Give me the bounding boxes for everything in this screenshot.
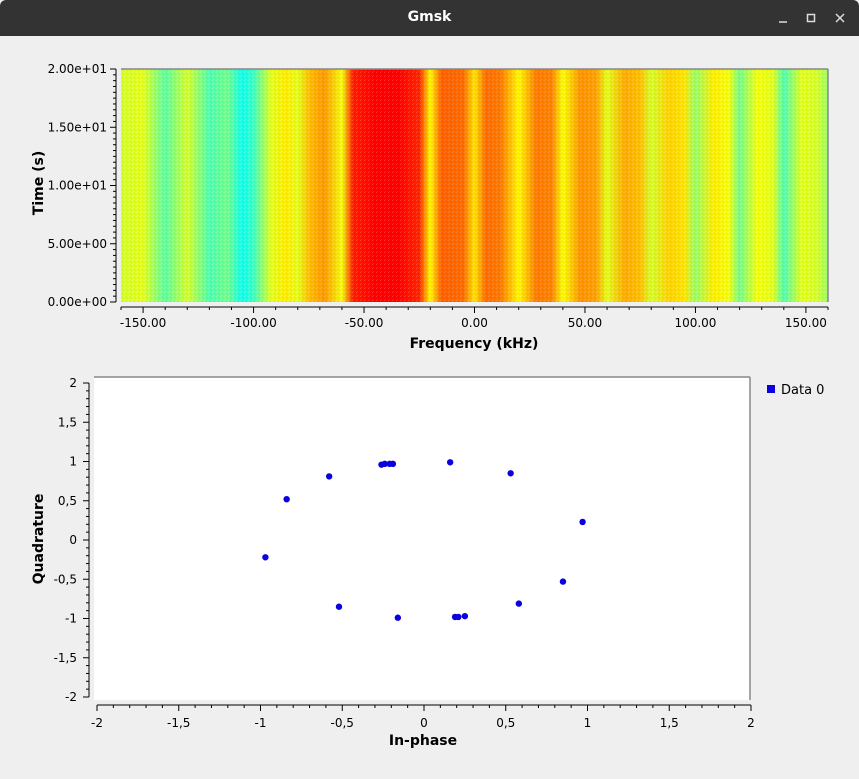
minimize-button[interactable] (773, 8, 793, 28)
close-button[interactable] (830, 8, 850, 28)
data-point (394, 614, 402, 621)
constellation-x-tick-label: 2 (747, 716, 755, 730)
constellation-x-tick-label: 1 (584, 716, 592, 730)
data-point (325, 473, 333, 480)
data-point (559, 578, 567, 585)
maximize-icon (806, 13, 816, 23)
waterfall-x-label: Frequency (kHz) (410, 336, 539, 352)
legend[interactable]: Data 0 (767, 383, 824, 398)
constellation-y-tick-label: 1 (69, 455, 77, 469)
window-title: Gmsk (407, 9, 452, 25)
data-point (283, 495, 290, 503)
data-point (446, 459, 454, 466)
waterfall-x-tick-label: -50.00 (345, 316, 384, 330)
data-point (335, 603, 343, 610)
constellation-y-label: Quadrature (31, 494, 47, 585)
constellation-y-tick-label: -1,5 (54, 651, 77, 665)
close-icon (835, 13, 845, 23)
waterfall-x-tick-label: -150.00 (120, 316, 166, 330)
maximize-button[interactable] (801, 8, 821, 28)
waterfall-x-tick-label: 100.00 (674, 316, 716, 330)
waterfall-y-tick-label: 1.50e+01 (48, 120, 107, 134)
constellation-x-tick-label: -1 (255, 716, 267, 730)
waterfall-x-tick-label: -100.00 (230, 316, 276, 330)
constellation-x-label: In-phase (389, 733, 457, 749)
constellation-x-tick-label: -2 (91, 716, 103, 730)
constellation-y-tick-label: -1 (65, 612, 77, 626)
waterfall-y-tick-label: 5.00e+00 (48, 237, 107, 251)
constellation-y-tick-label: 2 (69, 376, 77, 390)
constellation-y-tick-label: 0 (69, 533, 77, 547)
constellation-y-tick-label: 1,5 (58, 415, 77, 429)
constellation-y-tick-label: -2 (65, 690, 77, 704)
waterfall-x-axis: -150.00 -100.00 -50.00 0.00 50.00 100.00 150.0… (120, 306, 829, 330)
constellation-x-tick-label: 0,5 (496, 716, 515, 730)
legend-label: Data 0 (781, 383, 824, 398)
data-point (461, 612, 469, 620)
constellation-x-axis: -2 -1,5 -1 -0,5 0 0,5 1 1,5 2 (91, 704, 755, 730)
data-point (389, 460, 397, 468)
waterfall-plot[interactable]: -150.00 -100.00 -50.00 0.00 50.00 100.00 150.0… (31, 62, 829, 352)
constellation-plot[interactable]: -2 -1,5 -1 -0,5 0 0,5 1 1,5 2 -2 -1,5 -1 -0,5 0 0,5 1 1… (31, 376, 824, 749)
plots-area: -150.00 -100.00 -50.00 0.00 50.00 100.00 150.0… (31, 62, 829, 749)
data-point (507, 470, 514, 477)
title-bar: Gmsk (0, 0, 859, 36)
waterfall-y-tick-label: 1.00e+01 (48, 179, 107, 193)
data-point (262, 554, 269, 561)
constellation-canvas[interactable] (94, 377, 750, 700)
waterfall-y-tick-label: 2.00e+01 (48, 62, 107, 76)
waterfall-noise (121, 69, 828, 302)
waterfall-x-tick-label: 150.00 (785, 316, 827, 330)
constellation-x-tick-label: -0,5 (331, 716, 354, 730)
constellation-y-tick-label: -0,5 (54, 572, 77, 586)
data-point (515, 600, 523, 607)
waterfall-x-tick-label: 0.00 (461, 316, 488, 330)
minimize-icon (779, 21, 787, 23)
waterfall-y-axis: 0.00e+00 5.00e+00 1.00e+01 1.50e+01 2.00e+01 (48, 62, 117, 309)
constellation-x-tick-label: 1,5 (660, 716, 679, 730)
waterfall-y-label: Time (s) (31, 151, 47, 215)
waterfall-y-tick-label: 0.00e+00 (48, 295, 107, 309)
constellation-x-tick-label: 0 (420, 716, 428, 730)
data-point (455, 613, 462, 621)
constellation-y-axis: -2 -1,5 -1 -0,5 0 0,5 1 1,5 2 (54, 376, 90, 704)
constellation-x-tick-label: -1,5 (167, 716, 190, 730)
data-point (579, 518, 586, 526)
waterfall-x-tick-label: 50.00 (568, 316, 602, 330)
legend-swatch (767, 385, 775, 393)
constellation-y-tick-label: 0,5 (58, 494, 77, 508)
